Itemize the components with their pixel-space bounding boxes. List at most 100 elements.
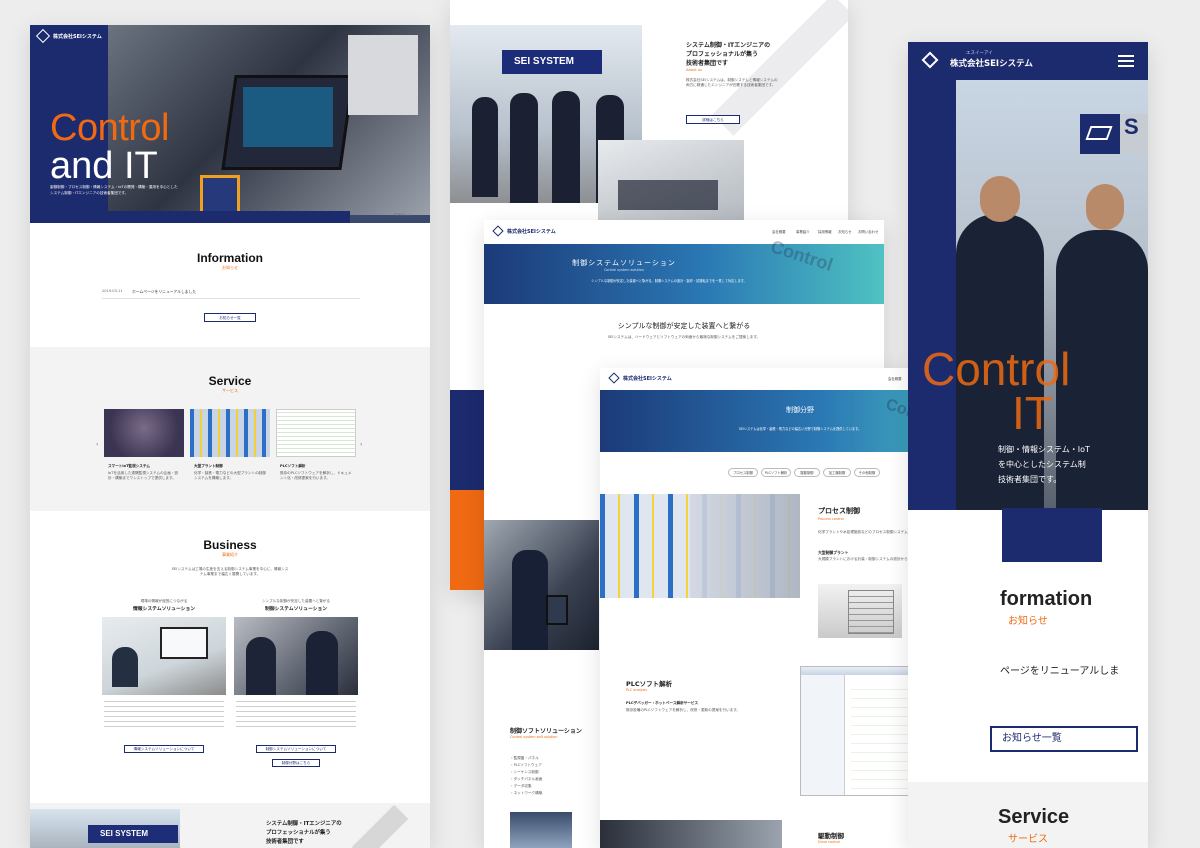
soft-title: 制御ソフトソリューション bbox=[510, 728, 582, 735]
control-solution-button[interactable]: 制御システムソリューションについて bbox=[256, 745, 336, 753]
hero-section: 株式会社SEIシステム Control and IT 製御制御・プロセス制御・情… bbox=[30, 25, 430, 223]
mobile-hero-line2: を中心としたシステム制 bbox=[998, 460, 1086, 469]
nav-business[interactable]: 事業紹介 bbox=[796, 229, 810, 234]
about-label: About us bbox=[686, 68, 702, 72]
info-solution-button[interactable]: 情報システムソリューションについて bbox=[124, 745, 204, 753]
nav-contact[interactable]: お問い合わせ bbox=[858, 229, 878, 234]
left-page-mockup: 株式会社SEIシステム Control and IT 製御制御・プロセス制御・情… bbox=[30, 25, 430, 848]
service-card-desc: 化学・製鉄・電力などの大型プラントの制御システムを構築します。 bbox=[194, 471, 266, 481]
mobile-info-title: formation bbox=[1000, 588, 1093, 610]
business-desc: SEIシステムは工場の生産を支える制御システム事業を中心に、情報システム事業まで… bbox=[171, 567, 289, 577]
mobile-hero-word2: IT bbox=[1012, 387, 1053, 439]
service-card-3[interactable]: PLCソフト解析 既存のPLCソフトウェアを解析し、ドキュメント化・改修提案を行… bbox=[276, 409, 356, 489]
nav-recruit[interactable]: 採用情報 bbox=[818, 229, 832, 234]
about-detail-button[interactable]: 詳細はこちら bbox=[686, 115, 740, 124]
office-photo bbox=[598, 140, 744, 220]
banner-title: 制御システムソリューション bbox=[572, 259, 676, 267]
logo-icon[interactable] bbox=[608, 372, 620, 384]
mobile-news-list-button[interactable]: お知らせ一覧 bbox=[990, 726, 1138, 752]
plant-photo bbox=[818, 584, 902, 638]
scroll-indicator[interactable]: SCROLL ↓ bbox=[394, 213, 411, 217]
building-photo: SEI SYSTEM bbox=[30, 809, 180, 848]
plant-heading: 大型制御プラント bbox=[818, 550, 849, 555]
plc-title: PLCソフト解析 bbox=[626, 680, 673, 688]
service-card-2[interactable]: 大型プラント制御 化学・製鉄・電力などの大型プラントの制御システムを構築します。 bbox=[190, 409, 270, 489]
news-list-button[interactable]: お知らせ一覧 bbox=[204, 313, 256, 322]
filter-pill-machine[interactable]: 加工機制御 bbox=[823, 468, 851, 477]
business-col2-tag: シンプルな制御が安定した装置へと繋がる bbox=[262, 599, 330, 603]
logo-icon bbox=[35, 28, 51, 44]
service-card-image bbox=[104, 409, 184, 457]
mobile-news-item[interactable]: ページをリニューアルしま bbox=[1000, 662, 1119, 677]
soft-list-item: ・シーケンス制御 bbox=[510, 770, 539, 774]
service-card-1[interactable]: スマートIoT監視システム IoTを活用した遠隔監視システムの企画・設計・構築ま… bbox=[104, 409, 184, 489]
filter-pill-process[interactable]: プロセス制御 bbox=[728, 468, 758, 477]
hero-word1: Control bbox=[50, 107, 170, 149]
logo[interactable]: 株式会社SEIシステム bbox=[35, 28, 102, 44]
software-screenshot bbox=[510, 812, 572, 848]
service-subtitle: サービス bbox=[222, 388, 238, 393]
banner-desc: SEIシステムは化学・製鉄・電力などの幅広い分野で制御システムを提供しています。 bbox=[738, 427, 862, 431]
mobile-info-sub: お知らせ bbox=[1008, 616, 1048, 627]
news-date: 2019.03.11 bbox=[102, 289, 123, 293]
soft-list-item: ・タッチパネル画面 bbox=[510, 777, 543, 781]
hero-word2: and IT bbox=[50, 145, 158, 187]
brand-name[interactable]: 株式会社SEIシステム bbox=[950, 57, 1033, 69]
nav-company[interactable]: 会社概要 bbox=[772, 229, 786, 234]
business-col1-title: 情報システムソリューション bbox=[132, 607, 196, 612]
service-card-image bbox=[190, 409, 270, 457]
mobile-service-title: Service bbox=[998, 806, 1070, 828]
business-col1-tag: 現場の情報が経営につながる bbox=[140, 599, 188, 603]
mobile-service-sub: サービス bbox=[1008, 834, 1048, 845]
filter-pill-other[interactable]: その他制御 bbox=[854, 468, 880, 477]
mobile-hero-line3: 技術者集団です。 bbox=[998, 475, 1062, 484]
hero-desc-2: システム制御・ITエンジニアの技術者集団です。 bbox=[50, 191, 129, 195]
drive-title: 駆動制御 bbox=[818, 832, 844, 840]
control-field-button[interactable]: 制御分野はこちら bbox=[272, 759, 320, 767]
filter-pill-drive[interactable]: 駆動制御 bbox=[794, 468, 820, 477]
footer-heading-3: 技術者集団です bbox=[266, 839, 304, 845]
nav-company[interactable]: 会社概要 bbox=[888, 376, 902, 381]
soft-list-item: ・データ収集 bbox=[510, 784, 532, 788]
plc-heading: PLCデバッガー・ホットベース解析サービス bbox=[626, 701, 699, 705]
process-sub: Process control bbox=[818, 517, 844, 521]
soft-list-item: ・PLCソフトウェア bbox=[510, 763, 542, 767]
hamburger-menu-icon[interactable] bbox=[1118, 55, 1134, 67]
logo-icon[interactable] bbox=[492, 225, 504, 237]
filter-pill-plc[interactable]: PLCソフト解析 bbox=[761, 468, 791, 477]
process-title: プロセス制御 bbox=[818, 507, 860, 515]
business-title: Business bbox=[203, 538, 257, 552]
news-item[interactable]: ホームページをリニューアルしました bbox=[132, 289, 196, 295]
site-header: 株式会社SEIシステム 会社概要 事業紹介 採用情報 お知らせ お問い合わせ bbox=[484, 220, 884, 244]
building-sign: SEI SYSTEM bbox=[514, 56, 575, 67]
service-card-title: PLCソフト解析 bbox=[280, 464, 306, 468]
nav-news[interactable]: お知らせ bbox=[838, 229, 852, 234]
chevron-right-icon[interactable]: › bbox=[360, 441, 362, 448]
mobile-header: エスイーアイ 株式会社SEIシステム bbox=[908, 42, 1148, 80]
plc-sub: PLC analysis bbox=[626, 688, 648, 692]
mobile-page-mockup: エスイーアイ 株式会社SEIシステム S Control IT 制御・情報システ… bbox=[908, 42, 1148, 848]
business-col2-title: 制御システムソリューション bbox=[264, 607, 328, 612]
brand-name[interactable]: 株式会社SEIシステム bbox=[623, 375, 672, 382]
about-desc: 株式会社SEIシステムは、制御システムと情報システムの両方に精通したエンジニアが… bbox=[686, 78, 778, 88]
chevron-left-icon[interactable]: ‹ bbox=[96, 441, 98, 448]
logo-icon[interactable] bbox=[921, 51, 939, 69]
service-card-desc: 既存のPLCソフトウェアを解析し、ドキュメント化・改修提案を行います。 bbox=[280, 471, 352, 481]
mobile-hero-line1: 制御・情報システム・IoT bbox=[998, 445, 1090, 454]
brand-ruby: エスイーアイ bbox=[966, 51, 993, 56]
footer-heading-2: プロフェッショナルが集う bbox=[266, 830, 331, 836]
panel-photo bbox=[484, 520, 599, 650]
business-photo-engineers bbox=[234, 617, 358, 695]
pipe-plant-photo bbox=[600, 494, 800, 598]
soft-list-item: ・監視盤・パネル bbox=[510, 756, 539, 760]
soft-sub: Control system soft solution bbox=[510, 735, 558, 739]
mobile-hero: S Control IT 制御・情報システム・IoT を中心としたシステム制 技… bbox=[908, 80, 1148, 510]
hero-desc-1: 製御制御・プロセス制御・情報システム・IoTの開発・構築・運用を中心とした bbox=[50, 185, 178, 189]
service-title: Service bbox=[208, 374, 252, 388]
service-card-title: スマートIoT監視システム bbox=[108, 464, 150, 468]
info-subtitle: お知らせ bbox=[222, 265, 238, 270]
about-heading-3: 技術者集団です bbox=[686, 60, 729, 67]
business-subtitle: 事業紹介 bbox=[222, 552, 238, 557]
service-card-image bbox=[276, 409, 356, 457]
brand-name[interactable]: 株式会社SEIシステム bbox=[507, 228, 556, 235]
